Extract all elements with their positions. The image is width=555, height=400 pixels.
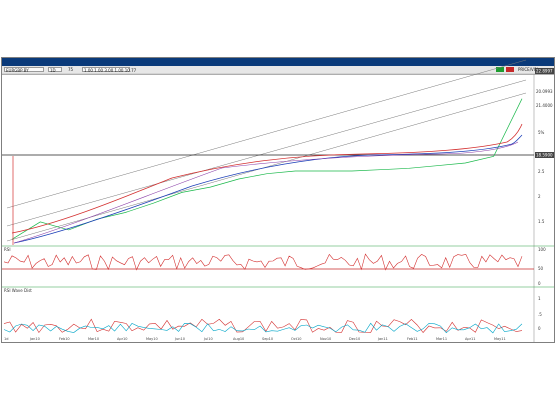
moving-average-blue: [13, 134, 523, 244]
rsi-scale-mid: 50: [538, 266, 544, 271]
x-tick-label: Dec10: [349, 337, 360, 341]
tag-mid-text: 20.0993: [536, 89, 553, 94]
osc-label: RSI Wave Dist: [4, 288, 32, 293]
moving-average-red: [11, 123, 523, 234]
x-tick-label: Feb11: [407, 337, 418, 341]
osc-scale-lo: 0: [538, 326, 541, 331]
price-series-line: [11, 98, 523, 240]
x-tick-label: May11: [494, 337, 506, 341]
channel-upper-line: [6, 59, 527, 209]
x-tick-label: Sep10: [262, 337, 273, 341]
x-axis-corner: 1d: [4, 337, 8, 341]
x-tick-label: Jan10: [29, 337, 40, 341]
x-tick-label: Apr10: [117, 337, 128, 341]
x-tick-label: Jun10: [174, 337, 185, 341]
x-tick-label: Aug10: [233, 337, 244, 341]
x-tick-label: May10: [146, 337, 158, 341]
x-tick-label: Jul10: [203, 337, 213, 341]
tag-line-text: 18.5900: [536, 153, 553, 158]
x-axis: Jan10 Feb10 Mar10 Apr10 May10 Jun10 Jul10 Aug10…: [29, 337, 506, 341]
x-tick-label: Mar10: [88, 337, 99, 341]
chart-window: EURGBP BY 1D 75 1.00 1.00 3.00 1.00 10.7…: [1, 57, 555, 343]
x-tick-label: Apr11: [465, 337, 476, 341]
chart-plot: 22.8997 20.0993 21.4000 5% 18.5900 2.5 2…: [2, 59, 554, 342]
scale-lbl-a: 5%: [538, 130, 545, 135]
x-tick-label: Jan11: [377, 337, 388, 341]
scale-lbl-b: 2.5: [538, 169, 545, 174]
rsi-scale-lo: 0: [538, 281, 541, 286]
scale-lbl-c: 2: [538, 194, 541, 199]
x-tick-label: Nov10: [320, 337, 331, 341]
x-tick-label: Mar11: [436, 337, 447, 341]
x-tick-label: Feb10: [59, 337, 70, 341]
tag-top-text: 22.8997: [536, 69, 553, 74]
osc-scale-hi: 1: [538, 296, 541, 301]
x-tick-label: Oct10: [291, 337, 302, 341]
rsi-series-line: [3, 253, 523, 271]
scale-lbl-d: 1.5: [538, 219, 545, 224]
moving-average-purple: [13, 141, 519, 244]
tag-low-text: 21.4000: [536, 103, 553, 108]
rsi-scale-hi: 100: [538, 247, 546, 252]
osc-scale-mid: .5: [538, 312, 542, 317]
rsi-label: RSI: [4, 247, 11, 252]
channel-mid-line: [6, 79, 527, 227]
